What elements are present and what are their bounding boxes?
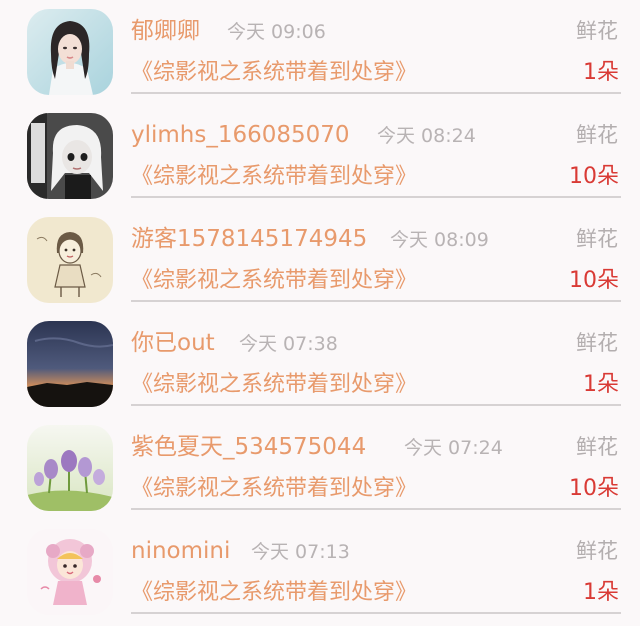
username[interactable]: 游客1578145174945 bbox=[131, 224, 367, 254]
list-item[interactable]: ninomini 今天 07:13 鲜花 《综影视之系统带着到处穿》 1朵 bbox=[0, 520, 640, 624]
timestamp: 今天 09:06 bbox=[227, 21, 326, 43]
avatar[interactable] bbox=[27, 9, 113, 95]
divider bbox=[131, 196, 621, 198]
timestamp: 今天 07:24 bbox=[404, 437, 503, 459]
work-title[interactable]: 《综影视之系统带着到处穿》 bbox=[131, 59, 417, 87]
doll-icon bbox=[27, 113, 113, 199]
list-item[interactable]: 郁卿卿 今天 09:06 鲜花 《综影视之系统带着到处穿》 1朵 bbox=[0, 0, 640, 104]
gift-count: 10朵 bbox=[569, 164, 619, 189]
gift-record-list: 郁卿卿 今天 09:06 鲜花 《综影视之系统带着到处穿》 1朵 ylimhs_… bbox=[0, 0, 640, 626]
gift-count: 1朵 bbox=[583, 60, 619, 85]
work-title[interactable]: 《综影视之系统带着到处穿》 bbox=[131, 579, 417, 607]
timestamp: 今天 08:24 bbox=[377, 125, 476, 147]
gift-type: 鲜花 bbox=[576, 435, 618, 459]
divider bbox=[131, 612, 621, 614]
work-title[interactable]: 《综影视之系统带着到处穿》 bbox=[131, 371, 417, 399]
divider bbox=[131, 300, 621, 302]
work-title[interactable]: 《综影视之系统带着到处穿》 bbox=[131, 267, 417, 295]
username[interactable]: 你已out bbox=[131, 328, 215, 358]
timestamp: 今天 08:09 bbox=[390, 229, 489, 251]
sketch-girl-icon bbox=[27, 217, 113, 303]
list-item[interactable]: 紫色夏天_534575044 今天 07:24 鲜花 《综影视之系统带着到处穿》… bbox=[0, 416, 640, 520]
divider bbox=[131, 92, 621, 94]
list-item[interactable]: 你已out 今天 07:38 鲜花 《综影视之系统带着到处穿》 1朵 bbox=[0, 312, 640, 416]
gift-type: 鲜花 bbox=[576, 331, 618, 355]
crocus-flowers-icon bbox=[27, 425, 113, 511]
username[interactable]: 紫色夏天_534575044 bbox=[131, 432, 366, 462]
woman-portrait-icon bbox=[27, 9, 113, 95]
username[interactable]: 郁卿卿 bbox=[131, 16, 200, 46]
gift-count: 10朵 bbox=[569, 268, 619, 293]
username[interactable]: ninomini bbox=[131, 536, 230, 566]
divider bbox=[131, 404, 621, 406]
avatar[interactable] bbox=[27, 321, 113, 407]
timestamp: 今天 07:38 bbox=[239, 333, 338, 355]
list-item[interactable]: ylimhs_166085070 今天 08:24 鲜花 《综影视之系统带着到处… bbox=[0, 104, 640, 208]
timestamp: 今天 07:13 bbox=[251, 541, 350, 563]
gift-type: 鲜花 bbox=[576, 227, 618, 251]
avatar[interactable] bbox=[27, 113, 113, 199]
gift-count: 10朵 bbox=[569, 476, 619, 501]
work-title[interactable]: 《综影视之系统带着到处穿》 bbox=[131, 163, 417, 191]
gift-type: 鲜花 bbox=[576, 539, 618, 563]
avatar[interactable] bbox=[27, 425, 113, 511]
dusk-sky-icon bbox=[27, 321, 113, 407]
list-item[interactable]: 游客1578145174945 今天 08:09 鲜花 《综影视之系统带着到处穿… bbox=[0, 208, 640, 312]
gift-count: 1朵 bbox=[583, 580, 619, 605]
divider bbox=[131, 508, 621, 510]
username[interactable]: ylimhs_166085070 bbox=[131, 120, 350, 150]
cartoon-girl-icon bbox=[27, 529, 113, 615]
gift-type: 鲜花 bbox=[576, 123, 618, 147]
gift-count: 1朵 bbox=[583, 372, 619, 397]
avatar[interactable] bbox=[27, 217, 113, 303]
work-title[interactable]: 《综影视之系统带着到处穿》 bbox=[131, 475, 417, 503]
gift-type: 鲜花 bbox=[576, 19, 618, 43]
avatar[interactable] bbox=[27, 529, 113, 615]
